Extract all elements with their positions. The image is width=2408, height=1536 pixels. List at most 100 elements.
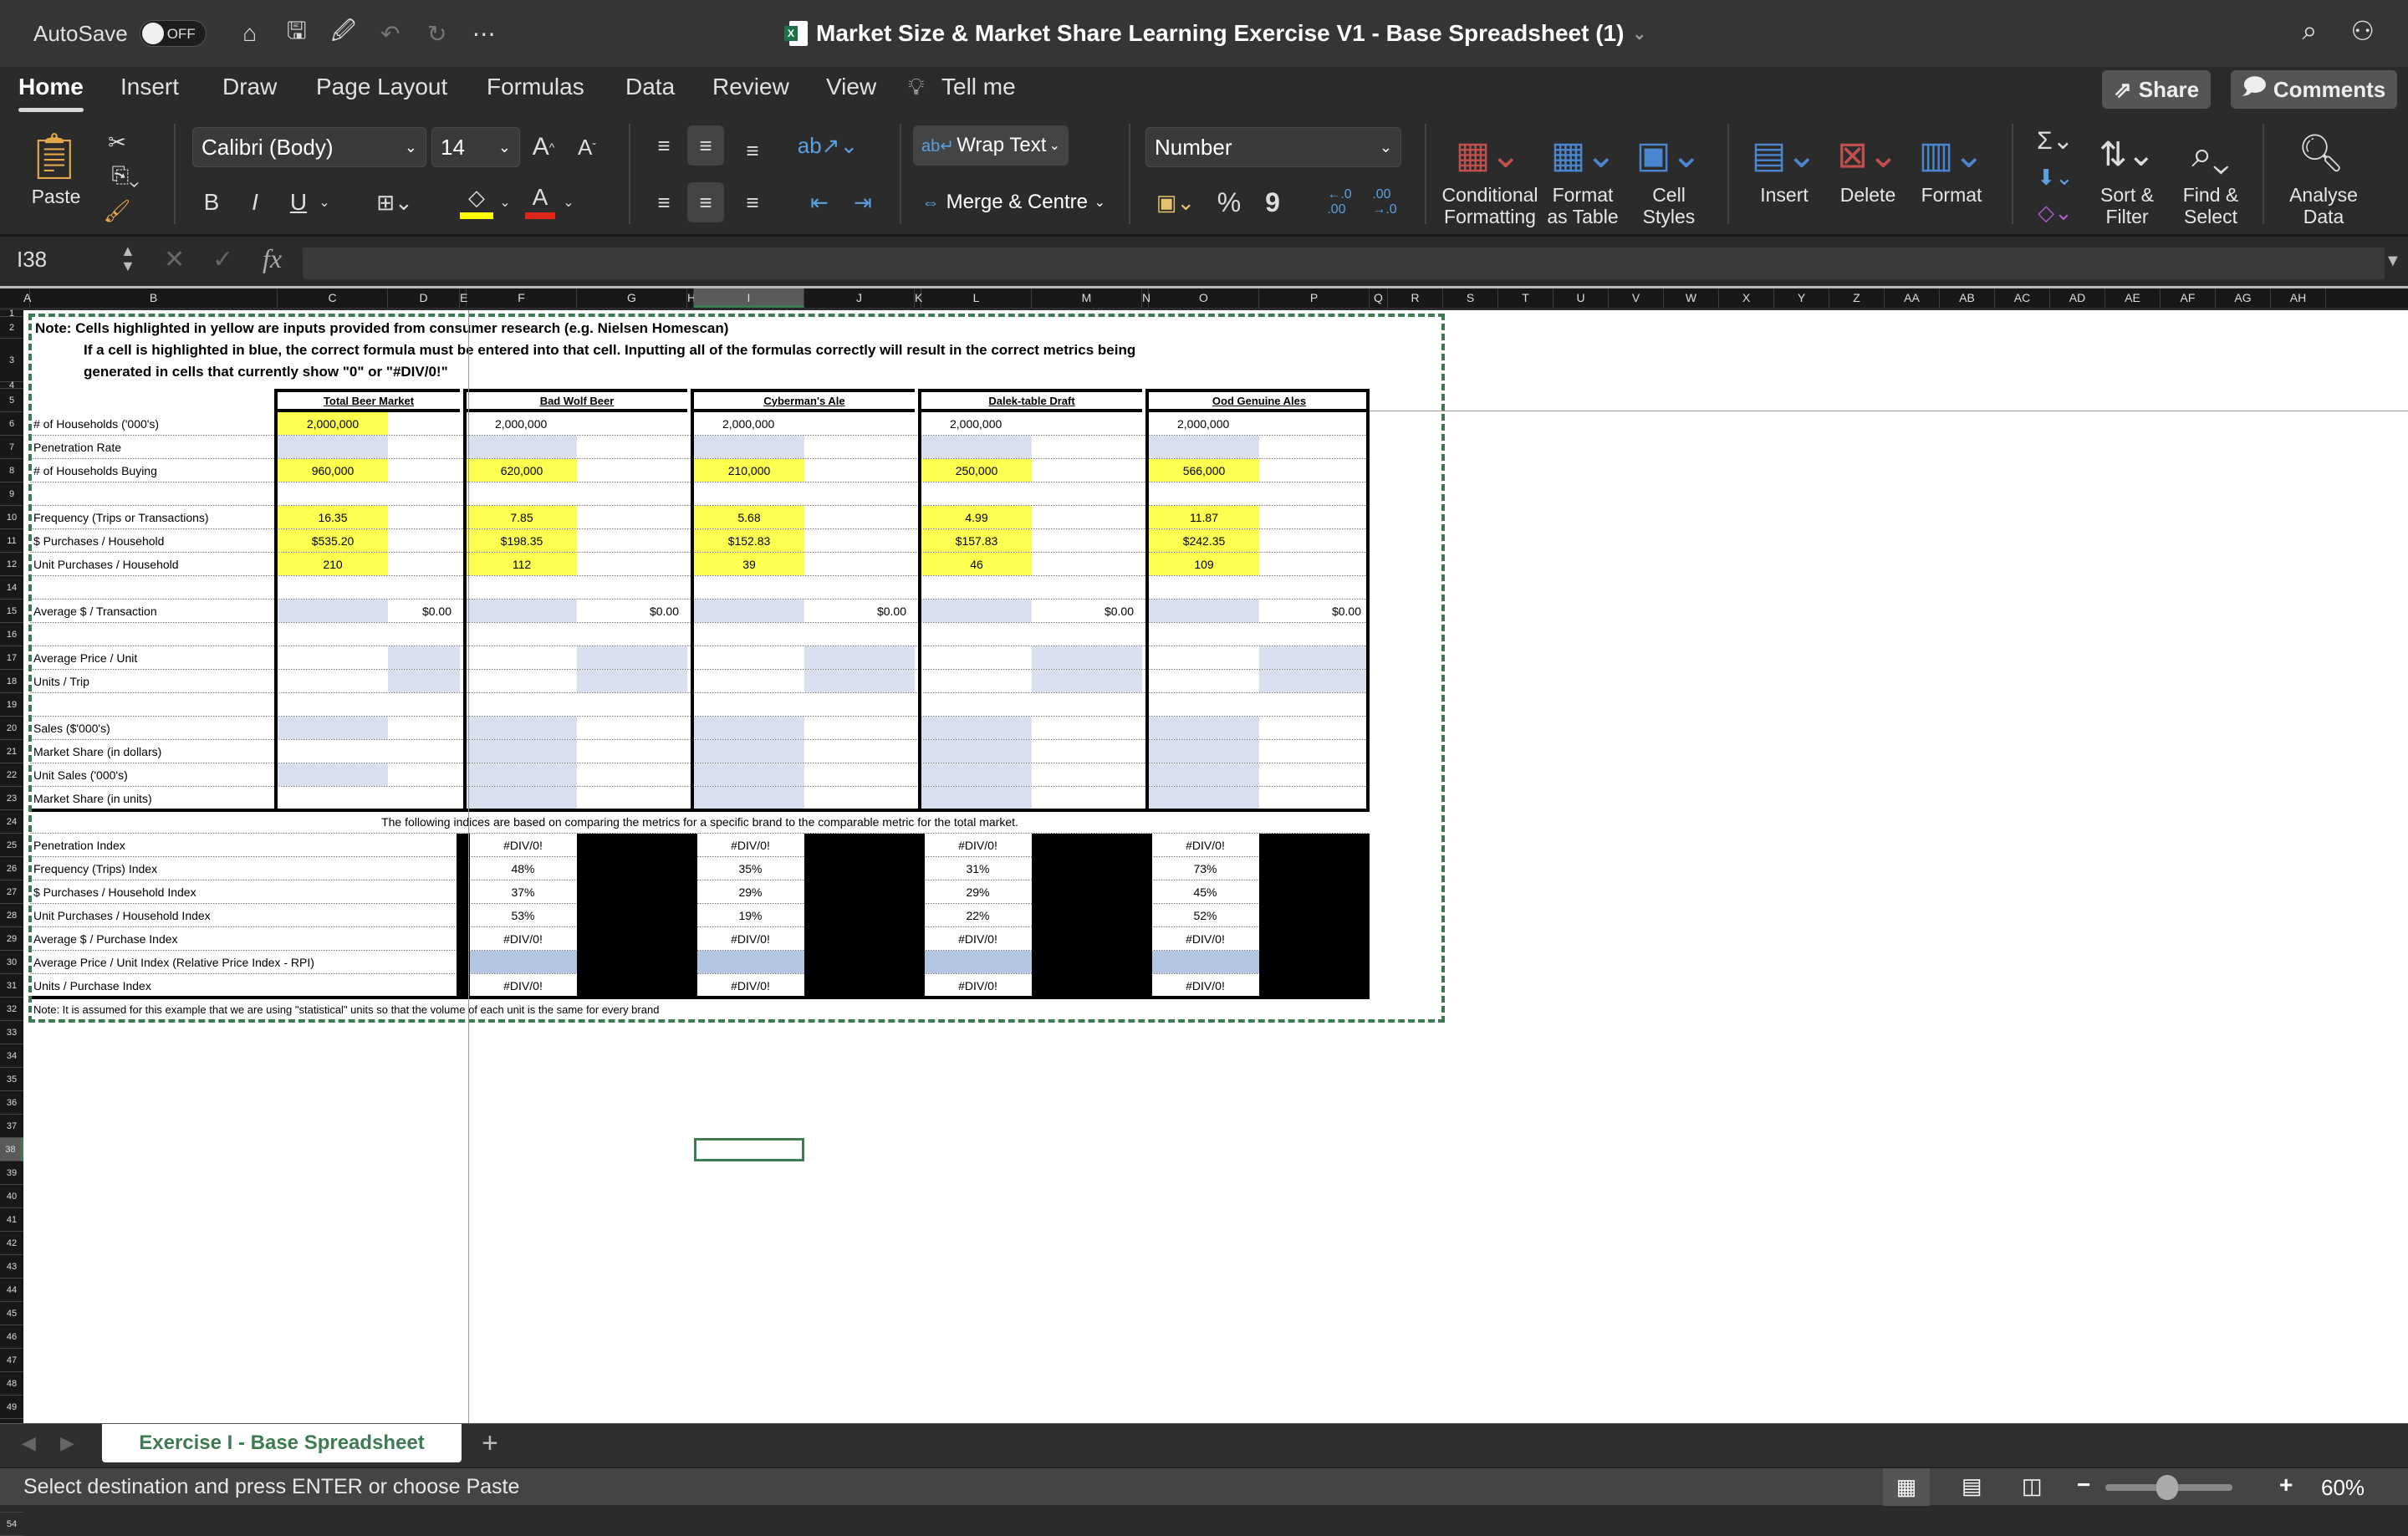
find-select-icon[interactable]: ⌕⌄ [2177,127,2244,182]
row-header-7[interactable]: 7 [0,436,23,459]
column-header-t[interactable]: T [1498,288,1553,308]
percent-button[interactable]: % [1212,184,1246,221]
enter-icon[interactable]: ✓ [212,245,233,274]
wrap-text-button[interactable]: ab↵ Wrap Text ⌄ [913,125,1069,166]
analyse-data-icon[interactable]: 🔍︎ [2288,124,2354,182]
row-header-32[interactable]: 32 [0,998,23,1021]
tab-formulas[interactable]: Formulas [487,74,584,100]
row-header-15[interactable]: 15 [0,600,23,623]
column-header-k[interactable]: K [915,288,922,308]
column-header-l[interactable]: L [921,288,1032,308]
column-header-ac[interactable]: AC [1995,288,2050,308]
comma-style-button[interactable]: 9 [1258,184,1288,221]
column-header-ab[interactable]: AB [1940,288,1995,308]
row-header-8[interactable]: 8 [0,459,23,482]
column-header-a[interactable]: A [23,288,31,308]
zoom-in-button[interactable]: + [2279,1472,2293,1498]
column-header-ah[interactable]: AH [2271,288,2326,308]
borders-icon[interactable]: ⊞⌄ [370,184,420,221]
column-header-r[interactable]: R [1388,288,1443,308]
tab-draw[interactable]: Draw [222,74,277,100]
paste-icon[interactable]: 📋︎ [25,127,84,186]
home-icon[interactable]: ⌂ [232,17,268,50]
save-as-icon[interactable]: 🖉 [325,17,362,50]
zoom-out-button[interactable]: − [2077,1472,2090,1498]
align-bottom-icon[interactable]: ≡ [736,134,769,167]
copy-icon[interactable]: ⎘⌄ [100,159,150,192]
bold-button[interactable]: B [199,184,224,221]
format-painter-icon[interactable]: 🖌︎ [100,194,134,227]
fill-icon[interactable]: ⬇⌄ [2030,161,2080,194]
page-break-view-icon[interactable]: ◫ [2022,1473,2043,1499]
row-header-27[interactable]: 27 [0,880,23,904]
column-header-ag[interactable]: AG [2216,288,2271,308]
row-header-17[interactable]: 17 [0,646,23,670]
delete-cells-icon[interactable]: ⊠⌄ [1834,127,1901,182]
row-header-22[interactable]: 22 [0,763,23,787]
comments-button[interactable]: 🗩 Comments [2231,70,2398,109]
find-select-button[interactable]: Find & Select [2177,184,2244,227]
font-size-select[interactable]: 14 ⌄ [431,127,520,167]
format-cells-icon[interactable]: ▥⌄ [1918,127,1985,182]
column-header-z[interactable]: Z [1829,288,1885,308]
formula-input[interactable] [303,247,2385,279]
row-header-3[interactable]: 3 [0,339,23,382]
cell-styles-button[interactable]: Cell Styles [1637,184,1701,227]
column-header-p[interactable]: P [1259,288,1370,308]
tab-tell-me[interactable]: Tell me [941,74,1016,100]
column-header-j[interactable]: J [804,288,915,308]
sort-filter-icon[interactable]: ⇅⌄ [2094,127,2161,182]
row-header-31[interactable]: 31 [0,974,23,998]
scroll-right-icon[interactable]: ▶ [60,1432,74,1454]
align-middle-icon[interactable]: ≡ [687,125,724,166]
more-icon[interactable]: ⋯ [466,17,503,50]
chevron-down-icon[interactable]: ⌄ [314,184,334,221]
row-header-42[interactable]: 42 [0,1232,23,1255]
sort-filter-button[interactable]: Sort & Filter [2094,184,2161,227]
accounting-format-icon[interactable]: ▣⌄ [1150,184,1201,221]
normal-view-icon[interactable]: ▦ [1883,1468,1930,1506]
column-header-h[interactable]: H [687,288,696,308]
row-header-39[interactable]: 39 [0,1161,23,1185]
row-header-33[interactable]: 33 [0,1021,23,1044]
column-header-x[interactable]: X [1719,288,1774,308]
number-format-select[interactable]: Number ⌄ [1145,127,1401,167]
format-button[interactable]: Format [1918,184,1985,206]
row-header-11[interactable]: 11 [0,529,23,553]
column-header-i[interactable]: I [694,288,804,308]
increase-font-icon[interactable]: A ^ [527,129,560,166]
insert-button[interactable]: Insert [1751,184,1818,206]
row-header-49[interactable]: 49 [0,1396,23,1419]
chevron-down-icon[interactable]: ⌄ [495,184,515,221]
column-header-f[interactable]: F [467,288,577,308]
undo-icon[interactable]: ↶ [372,17,409,50]
cancel-icon[interactable]: ✕ [164,245,185,274]
format-as-table-icon[interactable]: ▦⌄ [1550,127,1617,182]
row-header-25[interactable]: 25 [0,834,23,857]
tab-review[interactable]: Review [712,74,789,100]
row-header-20[interactable]: 20 [0,717,23,740]
align-left-icon[interactable]: ≡ [647,184,681,221]
expand-formula-icon[interactable]: ▼ [2385,252,2401,271]
save-icon[interactable]: 🖫 [278,17,315,50]
column-header-af[interactable]: AF [2161,288,2216,308]
merge-centre-button[interactable]: ⇔ Merge & Centre ⌄ [913,182,1114,222]
row-header-40[interactable]: 40 [0,1185,23,1208]
row-header-12[interactable]: 12 [0,553,23,576]
row-header-16[interactable]: 16 [0,623,23,646]
row-header-5[interactable]: 5 [0,389,23,412]
row-header-45[interactable]: 45 [0,1302,23,1325]
column-header-aa[interactable]: AA [1885,288,1940,308]
underline-button[interactable]: U [286,184,311,221]
zoom-level[interactable]: 60% [2321,1475,2365,1501]
row-header-37[interactable]: 37 [0,1115,23,1138]
align-top-icon[interactable]: ≡ [647,129,681,162]
column-header-ad[interactable]: AD [2050,288,2105,308]
column-header-w[interactable]: W [1664,288,1719,308]
font-name-select[interactable]: Calibri (Body) ⌄ [192,127,426,167]
row-header-10[interactable]: 10 [0,506,23,529]
column-header-b[interactable]: B [30,288,278,308]
selected-cell-i38[interactable] [694,1138,804,1161]
row-header-47[interactable]: 47 [0,1349,23,1372]
align-right-icon[interactable]: ≡ [736,184,769,221]
